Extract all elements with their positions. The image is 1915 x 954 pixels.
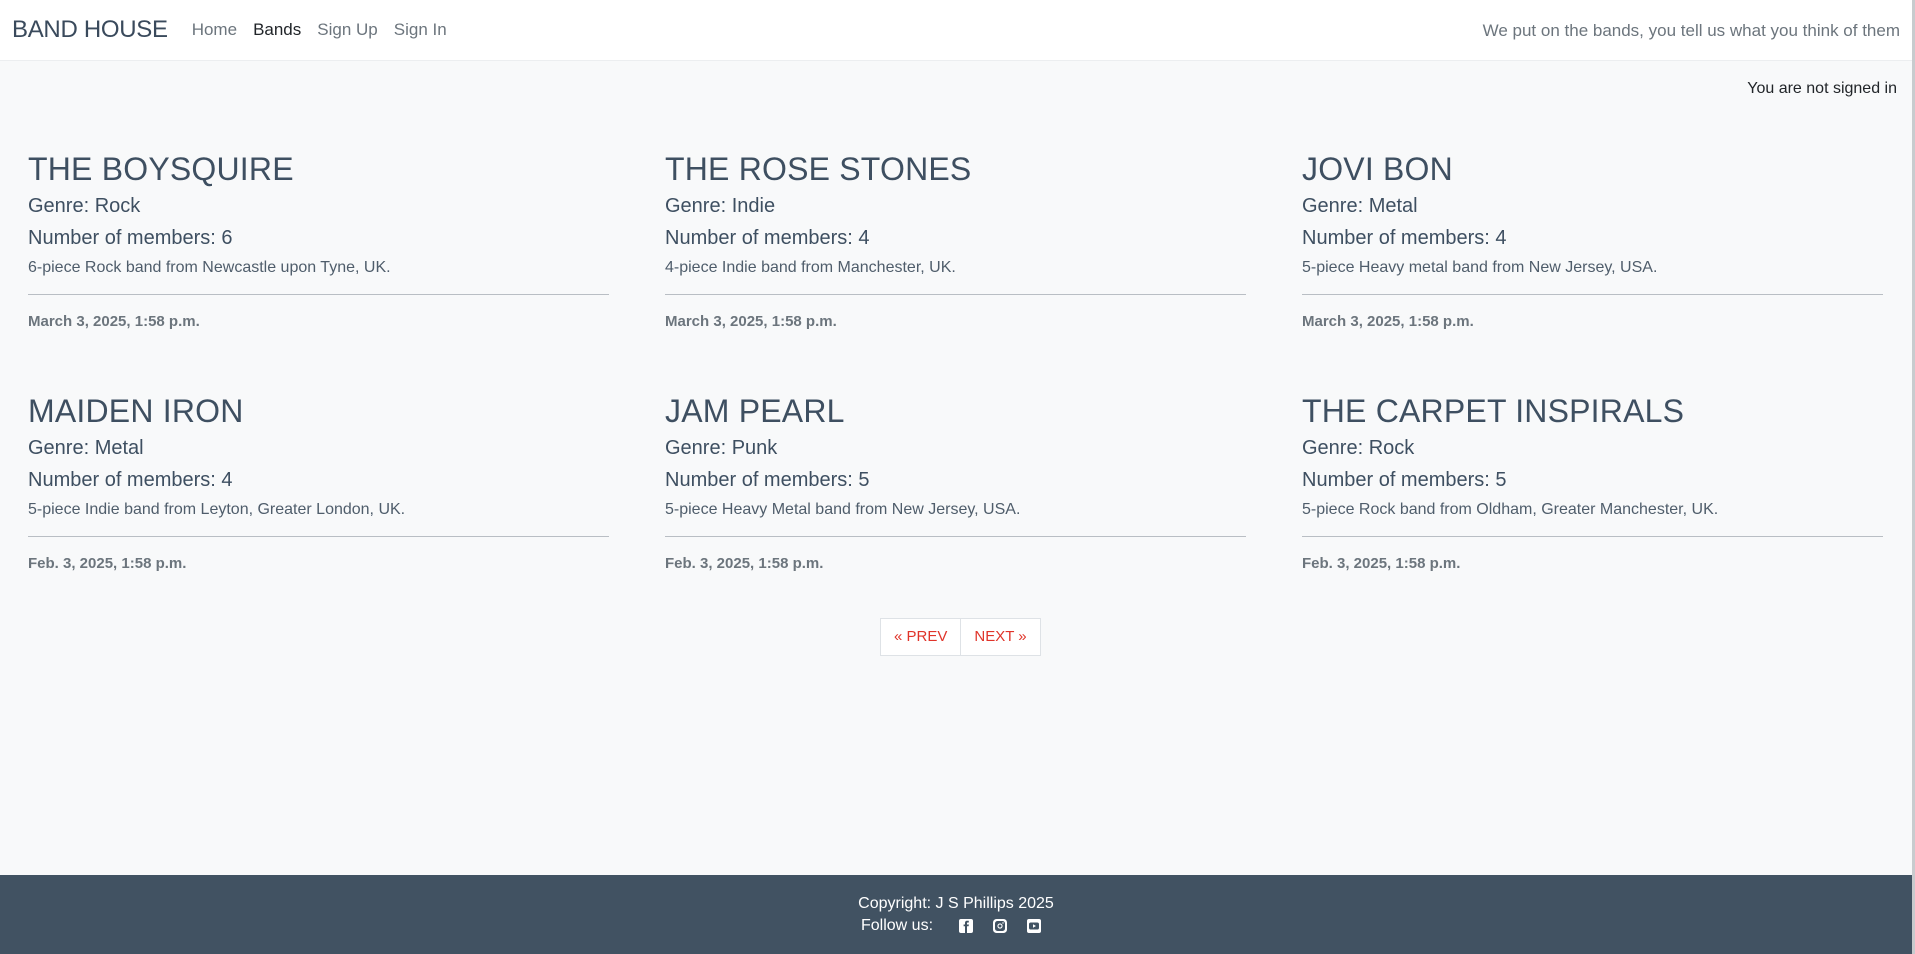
band-card: MAIDEN IRON Genre: Metal Number of membe…: [28, 390, 609, 632]
band-description: 5-piece Indie band from Leyton, Greater …: [28, 501, 406, 518]
band-grid: THE BOYSQUIRE Genre: Rock Number of memb…: [28, 148, 1884, 632]
band-date: March 3, 2025, 1:58 p.m.: [665, 313, 837, 330]
band-description: 4-piece Indie band from Manchester, UK.: [665, 259, 956, 276]
band-members: Number of members: 6: [28, 227, 233, 249]
divider: [665, 294, 1246, 295]
tagline: We put on the bands, you tell us what yo…: [1482, 21, 1900, 40]
band-genre: Genre: Rock: [1302, 437, 1415, 459]
band-date: Feb. 3, 2025, 1:58 p.m.: [665, 555, 824, 572]
divider: [665, 536, 1246, 537]
band-description: 5-piece Heavy Metal band from New Jersey…: [665, 501, 1021, 518]
divider: [28, 536, 609, 537]
band-name[interactable]: JOVI BON: [1302, 148, 1883, 190]
band-date: Feb. 3, 2025, 1:58 p.m.: [1302, 555, 1461, 572]
band-name[interactable]: THE ROSE STONES: [665, 148, 1246, 190]
band-genre: Genre: Punk: [665, 437, 778, 459]
band-genre: Genre: Indie: [665, 195, 776, 217]
prev-page-button[interactable]: « PREV: [880, 618, 962, 656]
band-genre: Genre: Rock: [28, 195, 141, 217]
band-card: JAM PEARL Genre: Punk Number of members:…: [665, 390, 1246, 632]
copyright-text: Copyright: J S Phillips 2025: [858, 895, 1054, 912]
follow-label: Follow us:: [860, 917, 934, 934]
divider: [1302, 536, 1883, 537]
band-date: Feb. 3, 2025, 1:58 p.m.: [28, 555, 187, 572]
brand-logo[interactable]: BAND HOUSE: [12, 16, 168, 44]
band-name[interactable]: JAM PEARL: [665, 390, 1246, 432]
band-name[interactable]: THE BOYSQUIRE: [28, 148, 609, 190]
youtube-icon[interactable]: [1026, 918, 1042, 934]
band-description: 6-piece Rock band from Newcastle upon Ty…: [28, 259, 391, 276]
band-card: THE ROSE STONES Genre: Indie Number of m…: [665, 148, 1246, 390]
band-genre: Genre: Metal: [1302, 195, 1418, 217]
band-members: Number of members: 4: [1302, 227, 1507, 249]
navbar: BAND HOUSE Home Bands Sign Up Sign In We…: [0, 0, 1912, 61]
divider: [28, 294, 609, 295]
nav-link-bands[interactable]: Bands: [253, 20, 301, 40]
band-genre: Genre: Metal: [28, 437, 144, 459]
band-card: THE CARPET INSPIRALS Genre: Rock Number …: [1302, 390, 1883, 632]
band-name[interactable]: MAIDEN IRON: [28, 390, 609, 432]
next-page-button[interactable]: NEXT »: [960, 618, 1041, 656]
band-card: JOVI BON Genre: Metal Number of members:…: [1302, 148, 1883, 390]
band-name[interactable]: THE CARPET INSPIRALS: [1302, 390, 1883, 432]
band-members: Number of members: 5: [665, 469, 870, 491]
band-date: March 3, 2025, 1:58 p.m.: [1302, 313, 1474, 330]
band-members: Number of members: 4: [665, 227, 870, 249]
nav-link-home[interactable]: Home: [192, 20, 237, 40]
band-description: 5-piece Rock band from Oldham, Greater M…: [1302, 501, 1719, 518]
footer: Copyright: J S Phillips 2025 Follow us:: [0, 875, 1912, 954]
follow-us: Follow us:: [0, 917, 1912, 935]
instagram-icon[interactable]: [992, 918, 1008, 934]
facebook-icon[interactable]: [958, 918, 974, 934]
nav-links: Home Bands Sign Up Sign In: [192, 20, 463, 40]
band-members: Number of members: 4: [28, 469, 233, 491]
pagination: « PREV NEXT »: [880, 618, 1041, 656]
nav-link-sign-in[interactable]: Sign In: [394, 20, 447, 40]
band-card: THE BOYSQUIRE Genre: Rock Number of memb…: [28, 148, 609, 390]
band-members: Number of members: 5: [1302, 469, 1507, 491]
band-date: March 3, 2025, 1:58 p.m.: [28, 313, 200, 330]
band-description: 5-piece Heavy metal band from New Jersey…: [1302, 259, 1658, 276]
divider: [1302, 294, 1883, 295]
signin-status: You are not signed in: [1747, 80, 1897, 97]
nav-link-sign-up[interactable]: Sign Up: [317, 20, 377, 40]
